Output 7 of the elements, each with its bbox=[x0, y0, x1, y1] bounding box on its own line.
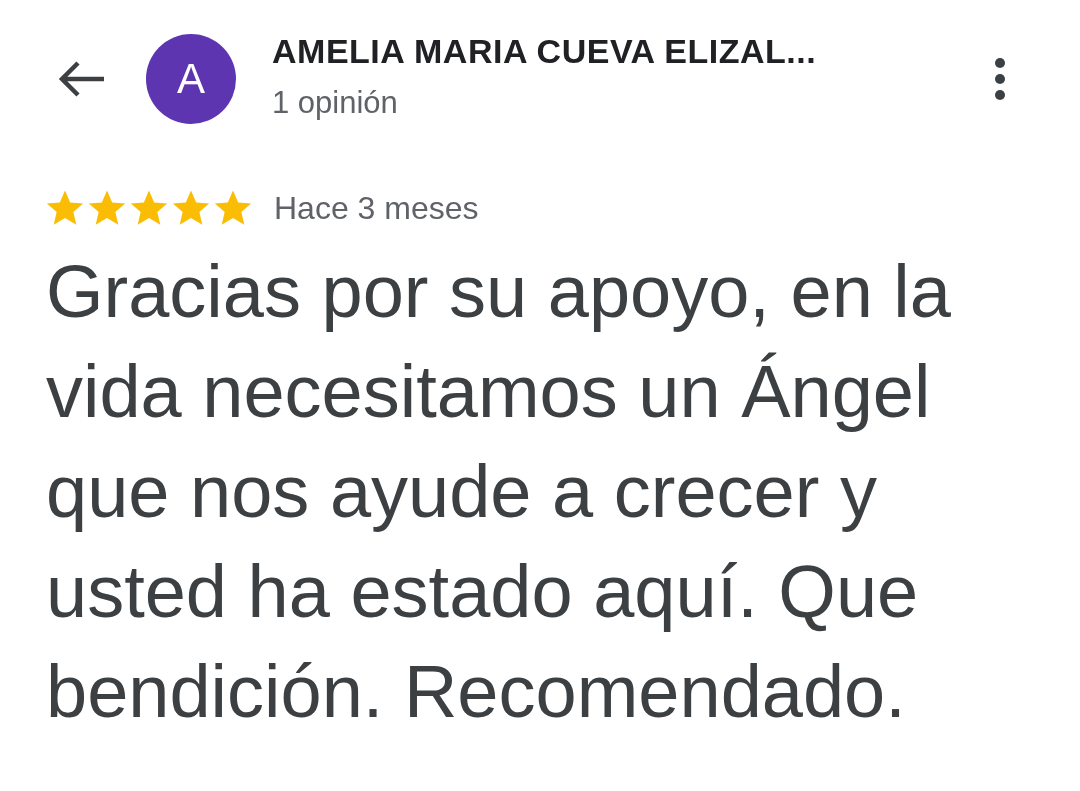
review-time: Hace 3 meses bbox=[274, 189, 479, 227]
author-name: AMELIA MARIA CUEVA ELIZAL... bbox=[272, 31, 818, 71]
review-text: Gracias por su apoyo, en la vida necesitamos un Ángel que nos ayude a crecer y usted ha estado aquí. Que bendición. Recomendado. bbox=[46, 249, 952, 735]
review-count: 1 opinión bbox=[272, 84, 399, 121]
back-arrow-icon[interactable] bbox=[56, 59, 106, 99]
avatar: A bbox=[146, 34, 236, 124]
more-options-icon[interactable] bbox=[994, 57, 1006, 101]
